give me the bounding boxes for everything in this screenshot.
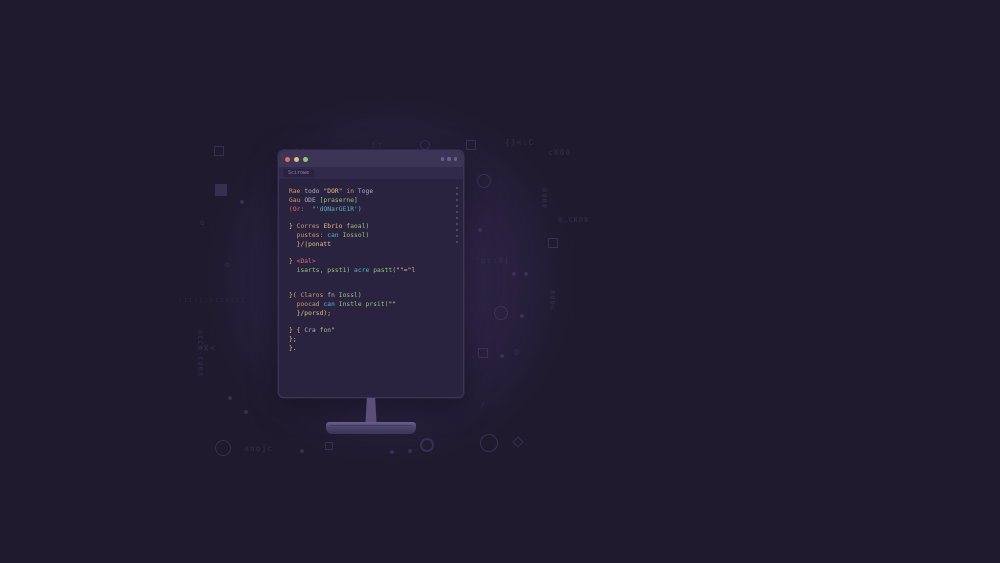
monitor-stand-neck <box>357 398 385 424</box>
editor-tabbar: Scirowe <box>279 167 463 179</box>
code-editor: Rae todo "DOR" in Toge Gau ODE [praserne… <box>279 179 463 397</box>
traffic-lights <box>285 157 308 162</box>
monitor-illustration: Scirowe Rae todo "DOR" in Toge Gau ODE [… <box>278 150 464 436</box>
editor-tab: Scirowe <box>283 169 314 177</box>
minimize-icon <box>294 157 299 162</box>
decorative-shapes: << :: {}<:C cX00 o ^g::0{ o ::::;.::::::… <box>0 0 1000 563</box>
monitor-screen: Scirowe Rae todo "DOR" in Toge Gau ODE [… <box>278 150 464 398</box>
window-titlebar <box>279 151 463 167</box>
maximize-icon <box>303 157 308 162</box>
monitor-stand-base <box>326 422 416 434</box>
close-icon <box>285 157 290 162</box>
window-controls-icon <box>441 157 458 161</box>
scrollbar-track <box>456 187 458 243</box>
